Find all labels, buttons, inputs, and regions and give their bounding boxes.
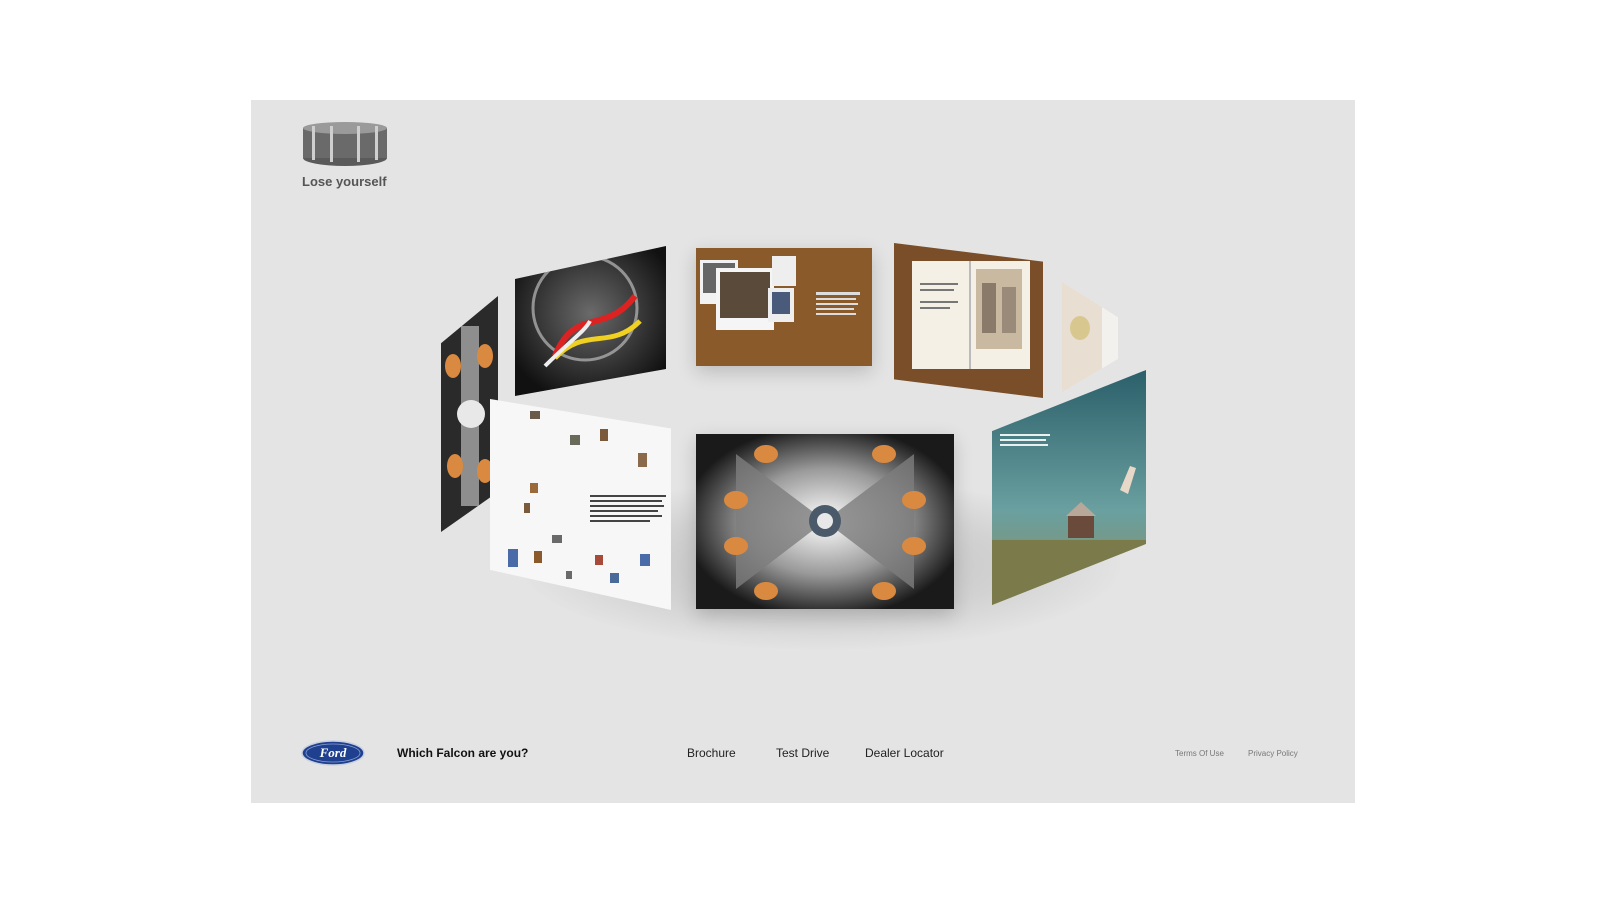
panel-polaroids[interactable] bbox=[696, 248, 872, 366]
nav-test-drive[interactable]: Test Drive bbox=[776, 746, 829, 760]
ford-logo-text: Ford bbox=[319, 745, 347, 760]
panel-eye-closeup[interactable] bbox=[1062, 282, 1118, 392]
tagline: Lose yourself bbox=[302, 174, 387, 189]
panel-light-trail[interactable] bbox=[515, 246, 666, 396]
footer-title: Which Falcon are you? bbox=[397, 746, 529, 760]
footer-bar: Ford Which Falcon are you? Brochure Test… bbox=[251, 740, 1355, 780]
nav-dealer-locator[interactable]: Dealer Locator bbox=[865, 746, 944, 760]
nav-brochure[interactable]: Brochure bbox=[687, 746, 736, 760]
carousel-ring-icon[interactable] bbox=[302, 122, 388, 166]
panel-open-book[interactable] bbox=[894, 243, 1043, 398]
panel-wheel-center[interactable] bbox=[696, 434, 954, 609]
panel-wheel-left[interactable] bbox=[441, 296, 498, 532]
privacy-policy-link[interactable]: Privacy Policy bbox=[1248, 749, 1298, 758]
terms-of-use-link[interactable]: Terms Of Use bbox=[1175, 749, 1224, 758]
carousel-stage: Lose yourself Ford Which Falcon are you?… bbox=[251, 100, 1355, 803]
panel-barn-sky[interactable] bbox=[992, 370, 1146, 605]
panel-photo-grid[interactable] bbox=[490, 399, 671, 610]
